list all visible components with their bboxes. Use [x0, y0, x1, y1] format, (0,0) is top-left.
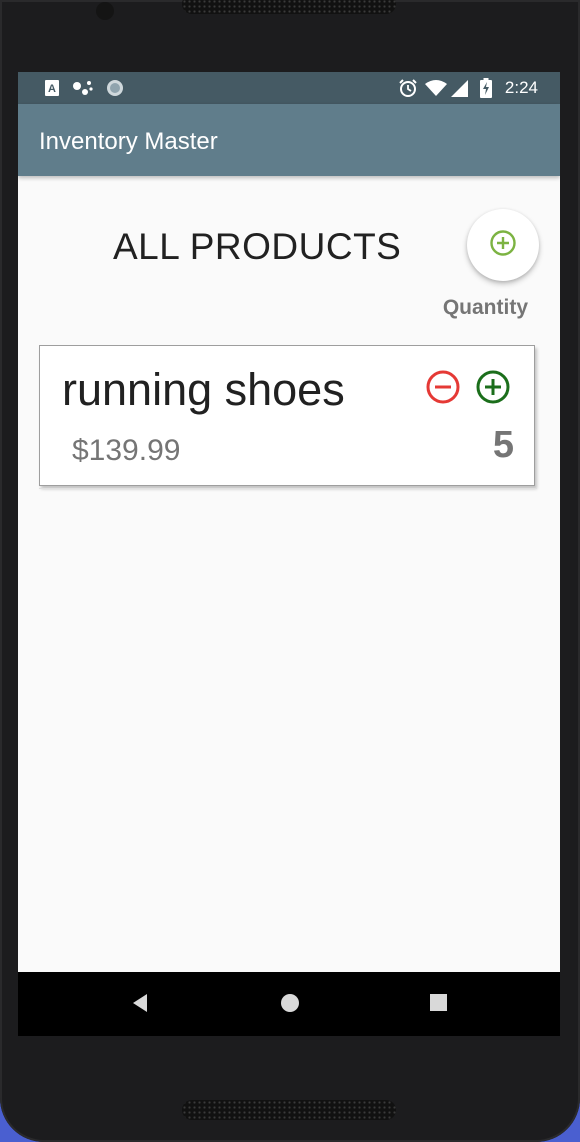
home-icon[interactable] — [279, 992, 301, 1019]
increase-quantity-button[interactable] — [475, 369, 511, 405]
product-name: running shoes — [62, 364, 345, 415]
list-divider — [39, 488, 537, 489]
bottom-speaker — [182, 1100, 396, 1120]
back-icon[interactable] — [130, 992, 150, 1019]
plus-circle-icon — [475, 370, 511, 409]
navigation-bar — [18, 972, 560, 1036]
wifi-icon — [425, 79, 447, 102]
phone-frame: A 2:24 Inventory Master ALL PRODUCTS Qua… — [0, 0, 580, 1142]
app-title: Inventory Master — [39, 128, 218, 155]
product-price: $139.99 — [72, 434, 181, 467]
status-time: 2:24 — [504, 78, 538, 97]
app-bar: Inventory Master — [18, 104, 560, 176]
sync-circle-icon — [106, 79, 124, 102]
a-notification-icon: A — [44, 79, 60, 102]
earpiece-speaker — [182, 0, 396, 14]
alarm-icon — [398, 78, 418, 103]
status-bar: A 2:24 — [18, 72, 560, 104]
minus-circle-icon — [425, 370, 461, 409]
quantity-column-header: Quantity — [442, 296, 528, 319]
decrease-quantity-button[interactable] — [425, 369, 461, 405]
assistant-dots-icon — [72, 79, 96, 102]
signal-icon — [451, 80, 469, 102]
add-circle-icon — [489, 229, 517, 262]
recents-icon[interactable] — [429, 992, 449, 1019]
product-card[interactable]: running shoes $139.99 5 — [39, 345, 535, 486]
app-screen: A 2:24 Inventory Master ALL PRODUCTS Qua… — [18, 72, 560, 1036]
svg-text:A: A — [48, 83, 56, 95]
page-heading: ALL PRODUCTS — [113, 226, 402, 267]
product-quantity: 5 — [492, 424, 514, 466]
front-camera — [96, 2, 114, 20]
add-product-button[interactable] — [467, 209, 539, 281]
battery-charging-icon — [480, 78, 492, 103]
